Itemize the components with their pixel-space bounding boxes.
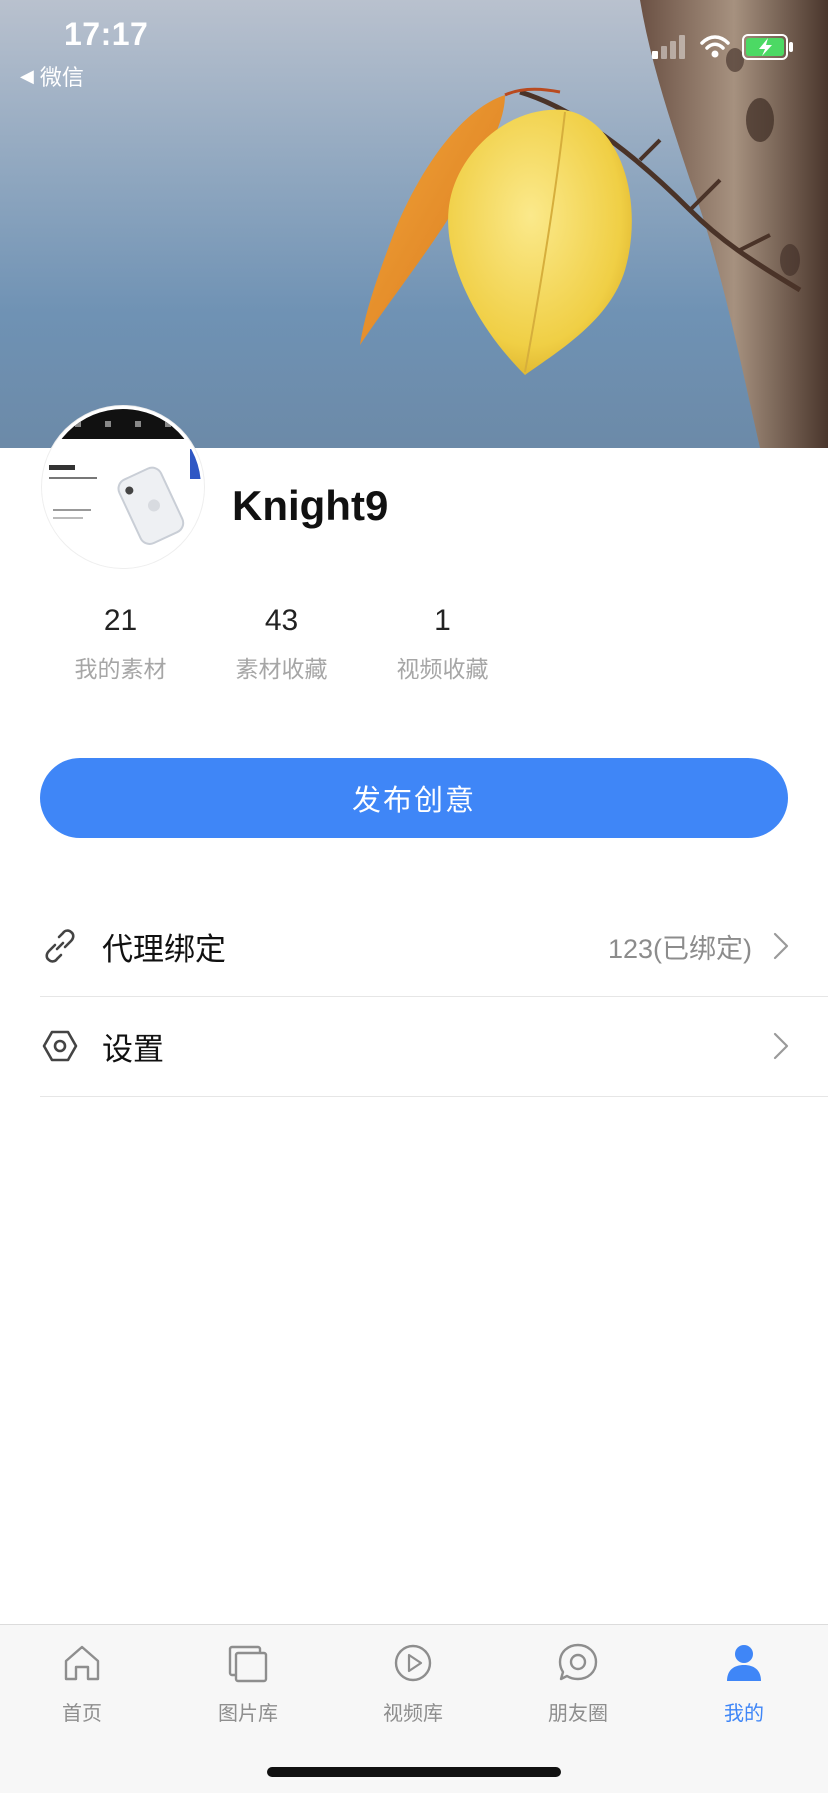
status-time: 17:17	[64, 16, 149, 52]
tab-label: 图片库	[218, 1701, 278, 1725]
stat-value: 1	[434, 604, 451, 637]
chevron-right-icon	[773, 932, 789, 960]
username: Knight9	[232, 482, 389, 529]
home-icon	[64, 1645, 100, 1681]
avatar[interactable]	[42, 406, 204, 568]
tab-video-library[interactable]: 视频库	[358, 1641, 468, 1726]
moments-icon	[558, 1643, 598, 1681]
signal-icon	[652, 35, 685, 59]
tab-label: 我的	[724, 1701, 764, 1725]
stat-label: 我的素材	[74, 657, 167, 683]
back-to-app-link[interactable]: ◀ 微信	[20, 60, 84, 92]
stat-value: 43	[264, 604, 299, 637]
publish-idea-button[interactable]: 发布创意	[40, 758, 788, 838]
wifi-icon	[700, 35, 730, 58]
link-icon	[40, 926, 80, 966]
tab-label: 朋友圈	[548, 1701, 608, 1725]
profile-stats: 21 我的素材 43 素材收藏 1 视频收藏	[40, 604, 523, 684]
user-icon	[727, 1645, 761, 1681]
home-indicator	[267, 1767, 561, 1777]
profile-cover-image: 17:17 ◀ 微信	[0, 0, 828, 448]
autumn-leaf-illustration	[360, 0, 828, 448]
tab-home[interactable]: 首页	[27, 1641, 137, 1726]
tab-gallery[interactable]: 图片库	[193, 1641, 303, 1726]
hexagon-settings-icon	[40, 1026, 80, 1066]
binding-status-value: 123(已绑定)	[607, 933, 752, 964]
tab-me[interactable]: 我的	[689, 1641, 799, 1726]
stat-video-favorites[interactable]: 1 视频收藏	[362, 604, 523, 684]
chevron-right-icon	[773, 1032, 789, 1060]
menu-item-agent-binding[interactable]: 代理绑定 123(已绑定)	[40, 896, 828, 997]
avatar-image	[45, 409, 201, 565]
stat-label: 素材收藏	[235, 657, 328, 683]
battery-charging-icon	[742, 34, 793, 60]
stat-value: 21	[103, 604, 138, 637]
tab-label: 首页	[62, 1701, 102, 1725]
status-icons	[652, 34, 794, 60]
play-icon	[394, 1644, 432, 1682]
menu-label: 设置	[102, 1031, 164, 1068]
stat-my-materials[interactable]: 21 我的素材	[40, 604, 201, 684]
menu-item-settings[interactable]: 设置	[40, 996, 828, 1097]
gallery-icon	[228, 1645, 268, 1683]
tab-moments[interactable]: 朋友圈	[523, 1641, 633, 1726]
back-triangle-icon: ◀	[20, 65, 34, 87]
stat-label: 视频收藏	[396, 657, 489, 683]
back-app-label: 微信	[39, 66, 84, 91]
stat-material-favorites[interactable]: 43 素材收藏	[201, 604, 362, 684]
tab-label: 视频库	[383, 1701, 443, 1725]
menu-label: 代理绑定	[102, 931, 226, 968]
